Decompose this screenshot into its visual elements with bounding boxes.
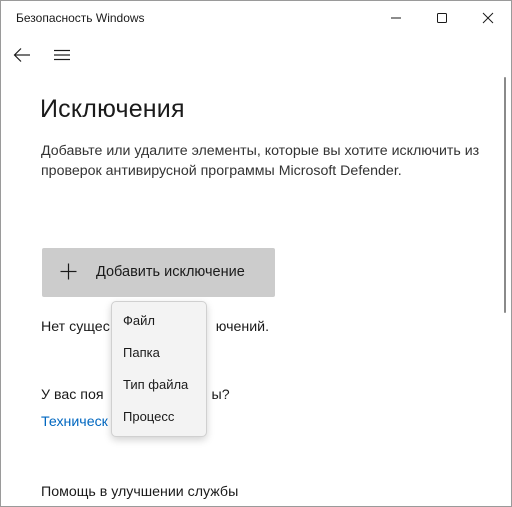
add-exclusion-button[interactable]: Добавить исключение xyxy=(42,248,275,297)
menu-item-process[interactable]: Процесс xyxy=(112,401,206,433)
window-title: Безопасность Windows xyxy=(16,11,145,25)
back-arrow-icon xyxy=(13,48,30,62)
add-exclusion-label: Добавить исключение xyxy=(96,264,245,280)
navigation-bar xyxy=(1,39,511,71)
back-button[interactable] xyxy=(6,39,38,71)
title-bar[interactable]: Безопасность Windows xyxy=(1,1,511,35)
close-icon xyxy=(482,12,494,24)
maximize-icon xyxy=(437,13,447,23)
minimize-button[interactable] xyxy=(373,1,419,35)
menu-item-file[interactable]: Файл xyxy=(112,305,206,337)
minimize-icon xyxy=(391,17,401,19)
app-window: Безопасность Windows Исключения Добавьте… xyxy=(0,0,512,507)
hamburger-menu-icon xyxy=(54,49,70,61)
no-exclusions-start: Нет сущес xyxy=(41,319,110,335)
no-exclusions-end: ючений. xyxy=(215,319,270,335)
plus-icon xyxy=(60,263,77,280)
menu-item-file-type[interactable]: Тип файла xyxy=(112,369,206,401)
question-end: ы? xyxy=(211,387,230,403)
scrollbar-thumb[interactable] xyxy=(504,77,506,313)
page-title: Исключения xyxy=(40,95,185,123)
help-heading: Помощь в улучшении службы xyxy=(41,484,239,500)
menu-button[interactable] xyxy=(46,39,78,71)
help-link[interactable]: Техническ xyxy=(41,414,108,430)
exclusion-type-menu: Файл Папка Тип файла Процесс xyxy=(111,301,207,437)
maximize-button[interactable] xyxy=(419,1,465,35)
question-start: У вас поя xyxy=(41,387,104,403)
close-button[interactable] xyxy=(465,1,511,35)
page-description: Добавьте или удалите элементы, которые в… xyxy=(41,143,480,179)
menu-item-folder[interactable]: Папка xyxy=(112,337,206,369)
